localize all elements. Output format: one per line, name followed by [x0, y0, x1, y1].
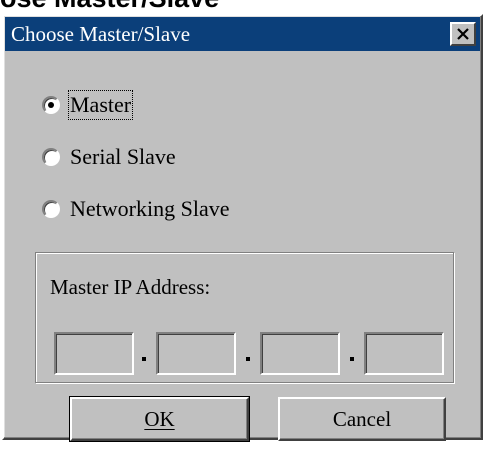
choose-master-slave-dialog: Choose Master/Slave Master Serial Slave … [2, 14, 483, 442]
radio-button[interactable] [42, 200, 60, 218]
ip-octet-4-input[interactable] [364, 332, 444, 375]
radio-label-serial-slave: Serial Slave [70, 144, 176, 169]
page-caption: ose Master/Slave [0, 0, 487, 14]
ip-separator-dot [142, 357, 146, 361]
master-ip-group: Master IP Address: [35, 252, 454, 383]
radio-button[interactable] [42, 96, 60, 114]
radio-serial-slave[interactable]: Serial Slave [42, 144, 176, 170]
radio-button[interactable] [42, 148, 60, 166]
cancel-button[interactable]: Cancel [278, 397, 446, 441]
master-ip-label: Master IP Address: [50, 275, 211, 299]
dialog-titlebar: Choose Master/Slave [5, 17, 480, 51]
ip-octet-1-input[interactable] [54, 332, 134, 375]
radio-label-networking-slave: Networking Slave [70, 196, 230, 221]
dialog-title: Choose Master/Slave [11, 22, 191, 46]
ip-octet-3-input[interactable] [260, 332, 340, 375]
radio-networking-slave[interactable]: Networking Slave [42, 196, 229, 222]
close-button[interactable] [450, 22, 476, 46]
ip-octet-2-input[interactable] [156, 332, 236, 375]
cancel-button-label: Cancel [332, 406, 392, 431]
radio-label-master: Master [67, 90, 134, 120]
ok-button-label: OK [144, 406, 175, 431]
close-icon [457, 28, 469, 40]
radio-master[interactable]: Master [42, 90, 134, 120]
radio-selected-dot [48, 102, 54, 108]
ip-separator-dot [350, 357, 354, 361]
ip-separator-dot [246, 357, 250, 361]
ok-button[interactable]: OK [69, 396, 250, 442]
